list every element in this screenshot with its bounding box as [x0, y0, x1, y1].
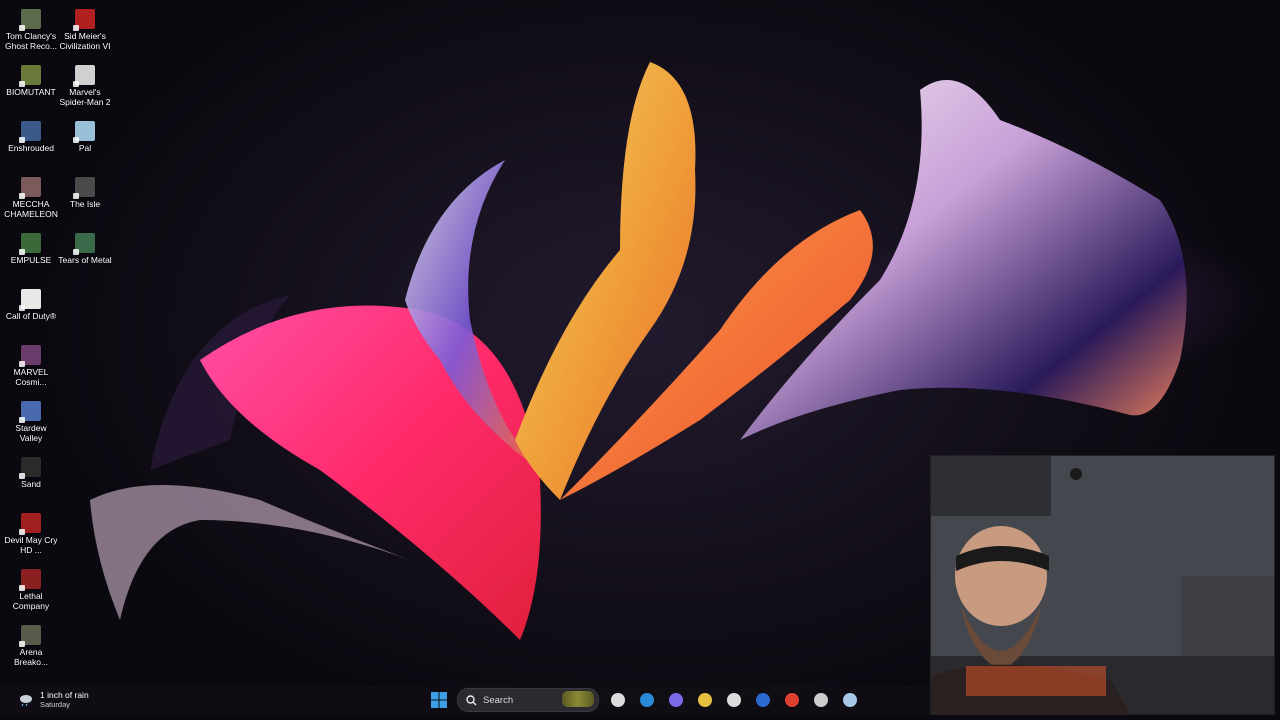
spider-man-2-icon: [75, 65, 95, 85]
stardew-valley-icon: [21, 401, 41, 421]
chrome-button[interactable]: [780, 688, 804, 712]
desktop-shortcut-label: Arena Breako...: [4, 647, 58, 667]
devil-may-cry-icon: [21, 513, 41, 533]
desktop-shortcut-label: MARVEL Cosmi...: [4, 367, 58, 387]
taskbar-pinned-apps: [603, 688, 864, 712]
empty-slot: [58, 566, 112, 622]
desktop-shortcut[interactable]: Stardew Valley: [4, 398, 58, 454]
empty-slot: [58, 286, 112, 342]
call-of-duty-icon: [21, 289, 41, 309]
streamer-webcam-feed: [931, 456, 1274, 714]
empulse-icon: [21, 233, 41, 253]
taskbar-search-box[interactable]: Search: [457, 688, 599, 712]
desktop-shortcut-label: Devil May Cry HD ...: [4, 535, 58, 555]
desktop-shortcut-label: Tears of Metal: [58, 255, 111, 265]
desktop-shortcut[interactable]: Pal: [58, 118, 112, 174]
file-explorer-button[interactable]: [693, 688, 717, 712]
task-view-icon: [610, 692, 626, 708]
desktop-shortcut-label: Lethal Company: [4, 591, 58, 611]
search-placeholder: Search: [483, 695, 513, 706]
desktop-shortcut[interactable]: Marvel's Spider-Man 2: [58, 62, 112, 118]
rain-cloud-icon: [18, 693, 34, 707]
desktop-background: Tom Clancy's Ghost Reco...Sid Meier's Ci…: [0, 0, 1280, 720]
taskbar-center: Search: [424, 687, 864, 713]
weather-summary: 1 inch of rain: [40, 690, 89, 700]
empty-slot: [58, 510, 112, 566]
meccha-chameleon-icon: [21, 177, 41, 197]
search-icon: [466, 695, 477, 706]
steam-icon: [842, 692, 858, 708]
desktop-shortcut[interactable]: Arena Breako...: [4, 622, 58, 678]
desktop-shortcut-label: Stardew Valley: [4, 423, 58, 443]
desktop-shortcut[interactable]: MARVEL Cosmi...: [4, 342, 58, 398]
copilot-button[interactable]: [664, 688, 688, 712]
copilot-icon: [668, 692, 684, 708]
enshrouded-icon: [21, 121, 41, 141]
desktop-shortcut-label: Sid Meier's Civilization VI: [58, 31, 112, 51]
desktop-shortcut[interactable]: Devil May Cry HD ...: [4, 510, 58, 566]
webcam-overlay: [930, 455, 1275, 715]
desktop-shortcut-label: Tom Clancy's Ghost Reco...: [4, 31, 58, 51]
desktop-shortcut-label: Call of Duty®: [6, 311, 56, 321]
desktop-shortcut-label: Pal: [79, 143, 91, 153]
desktop-shortcut[interactable]: Tears of Metal: [58, 230, 112, 286]
obs-icon: [813, 692, 829, 708]
desktop-shortcut[interactable]: Enshrouded: [4, 118, 58, 174]
desktop-shortcut-label: Sand: [21, 479, 41, 489]
desktop-shortcut[interactable]: The Isle: [58, 174, 112, 230]
edge-icon: [639, 692, 655, 708]
outlook-icon: [755, 692, 771, 708]
weather-widget[interactable]: 1 inch of rain Saturday: [18, 686, 89, 714]
tears-of-metal-icon: [75, 233, 95, 253]
store-icon: [726, 692, 742, 708]
empty-slot: [58, 454, 112, 510]
biomutant-icon: [21, 65, 41, 85]
desktop-shortcut-label: Marvel's Spider-Man 2: [58, 87, 112, 107]
desktop-shortcut[interactable]: Sid Meier's Civilization VI: [58, 6, 112, 62]
desktop-shortcut[interactable]: Tom Clancy's Ghost Reco...: [4, 6, 58, 62]
obs-button[interactable]: [809, 688, 833, 712]
empty-slot: [58, 342, 112, 398]
search-highlight-icon: [562, 691, 594, 707]
outlook-button[interactable]: [751, 688, 775, 712]
desktop-shortcut[interactable]: Sand: [4, 454, 58, 510]
desktop-shortcut-label: EMPULSE: [11, 255, 52, 265]
desktop-icon-grid: Tom Clancy's Ghost Reco...Sid Meier's Ci…: [4, 6, 112, 678]
civilization-vi-icon: [75, 9, 95, 29]
desktop-shortcut-label: MECCHA CHAMELEON: [4, 199, 58, 219]
desktop-shortcut[interactable]: MECCHA CHAMELEON: [4, 174, 58, 230]
empty-slot: [58, 398, 112, 454]
lethal-company-icon: [21, 569, 41, 589]
ghost-recon-icon: [21, 9, 41, 29]
windows-logo-icon: [431, 692, 447, 708]
desktop-shortcut[interactable]: BIOMUTANT: [4, 62, 58, 118]
chrome-icon: [784, 692, 800, 708]
desktop-shortcut[interactable]: Call of Duty®: [4, 286, 58, 342]
store-button[interactable]: [722, 688, 746, 712]
palworld-icon: [75, 121, 95, 141]
task-view-button[interactable]: [606, 688, 630, 712]
start-button[interactable]: [427, 688, 451, 712]
edge-button[interactable]: [635, 688, 659, 712]
desktop-shortcut[interactable]: Lethal Company: [4, 566, 58, 622]
folder-icon: [697, 692, 713, 708]
desktop-shortcut-label: The Isle: [70, 199, 100, 209]
marvel-cosmic-icon: [21, 345, 41, 365]
desktop-shortcut[interactable]: EMPULSE: [4, 230, 58, 286]
desktop-shortcut-label: Enshrouded: [8, 143, 54, 153]
weather-day: Saturday: [40, 700, 89, 710]
the-isle-icon: [75, 177, 95, 197]
desktop-shortcut-label: BIOMUTANT: [6, 87, 55, 97]
steam-button[interactable]: [838, 688, 862, 712]
sand-icon: [21, 457, 41, 477]
arena-breakout-icon: [21, 625, 41, 645]
